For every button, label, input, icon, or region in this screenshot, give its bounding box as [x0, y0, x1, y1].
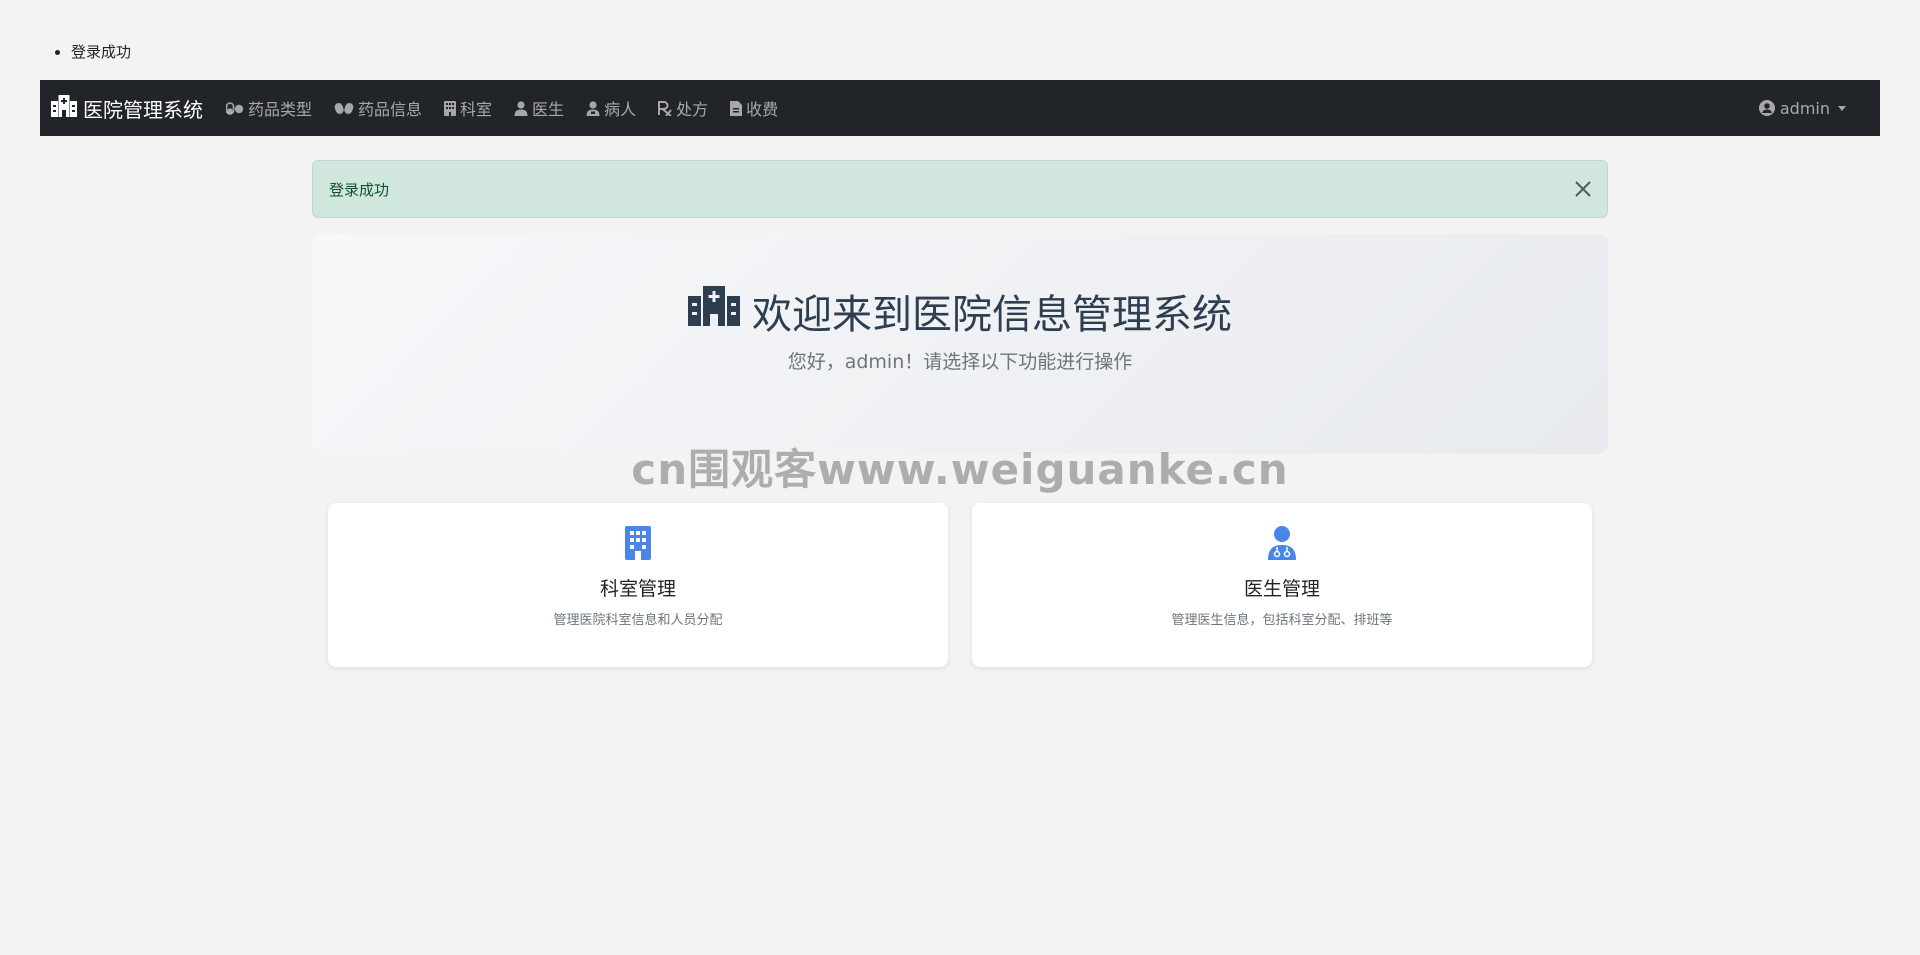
flash-messages: 登录成功 — [54, 40, 131, 64]
nav-item-label: 收费 — [746, 100, 779, 119]
nav-item-label: 病人 — [604, 100, 637, 119]
hospital-icon — [51, 94, 83, 122]
flash-message: 登录成功 — [71, 40, 131, 64]
alert-text: 登录成功 — [329, 180, 390, 199]
success-alert: 登录成功 — [312, 160, 1608, 218]
nav-item-departments[interactable]: 科室 — [433, 80, 503, 136]
prescription-icon — [658, 100, 672, 116]
nav-item-label: 科室 — [460, 100, 493, 119]
watermark: cn围观客www.weiguanke.cn — [631, 445, 1289, 494]
page-title: 欢迎来到医院信息管理系统 — [752, 292, 1232, 338]
card-description: 管理医生信息，包括科室分配、排班等 — [1171, 613, 1393, 628]
hero-subtitle: 您好，admin！请选择以下功能进行操作 — [787, 351, 1133, 373]
nav-item-label: 医生 — [532, 100, 565, 119]
department-management-card[interactable]: 科室管理 管理医院科室信息和人员分配 — [328, 503, 948, 667]
brand-text: 医院管理系统 — [83, 97, 203, 122]
nav-menu: 药品类型 药品信息 科室 医生 病人 处方 收费 — [215, 80, 789, 136]
capsules-icon — [334, 101, 354, 115]
card-title: 科室管理 — [599, 578, 676, 600]
user-injured-icon — [586, 100, 600, 116]
nav-item-doctors[interactable]: 医生 — [503, 80, 575, 136]
nav-item-label: 处方 — [676, 100, 709, 119]
nav-item-drug-info[interactable]: 药品信息 — [323, 80, 433, 136]
building-icon — [328, 526, 948, 560]
pills-icon — [226, 101, 244, 115]
building-icon — [444, 100, 457, 116]
doctor-management-card[interactable]: 医生管理 管理医生信息，包括科室分配、排班等 — [972, 503, 1592, 667]
welcome-hero: 欢迎来到医院信息管理系统 您好，admin！请选择以下功能进行操作 — [312, 234, 1608, 454]
hero-heading: 欢迎来到医院信息管理系统 — [312, 282, 1608, 340]
nav-item-billing[interactable]: 收费 — [719, 80, 789, 136]
user-doctor-icon — [972, 526, 1592, 560]
user-doctor-icon — [514, 100, 528, 116]
close-icon[interactable] — [1573, 179, 1593, 199]
brand-link[interactable]: 医院管理系统 — [51, 94, 203, 123]
nav-item-patients[interactable]: 病人 — [575, 80, 647, 136]
user-name: admin — [1779, 98, 1830, 118]
card-description: 管理医院科室信息和人员分配 — [553, 613, 723, 628]
user-circle-icon — [1758, 100, 1775, 116]
nav-item-label: 药品类型 — [248, 100, 313, 119]
user-menu-dropdown[interactable]: admin — [1758, 80, 1846, 136]
invoice-icon — [730, 100, 743, 116]
hospital-icon — [688, 286, 752, 336]
navbar: 医院管理系统 药品类型 药品信息 科室 医生 病人 处方 收费 admin — [40, 80, 1880, 136]
nav-item-label: 药品信息 — [358, 100, 423, 119]
nav-item-prescriptions[interactable]: 处方 — [647, 80, 719, 136]
chevron-down-icon — [1838, 105, 1846, 111]
card-title: 医生管理 — [1243, 578, 1320, 600]
nav-item-drug-types[interactable]: 药品类型 — [215, 80, 323, 136]
